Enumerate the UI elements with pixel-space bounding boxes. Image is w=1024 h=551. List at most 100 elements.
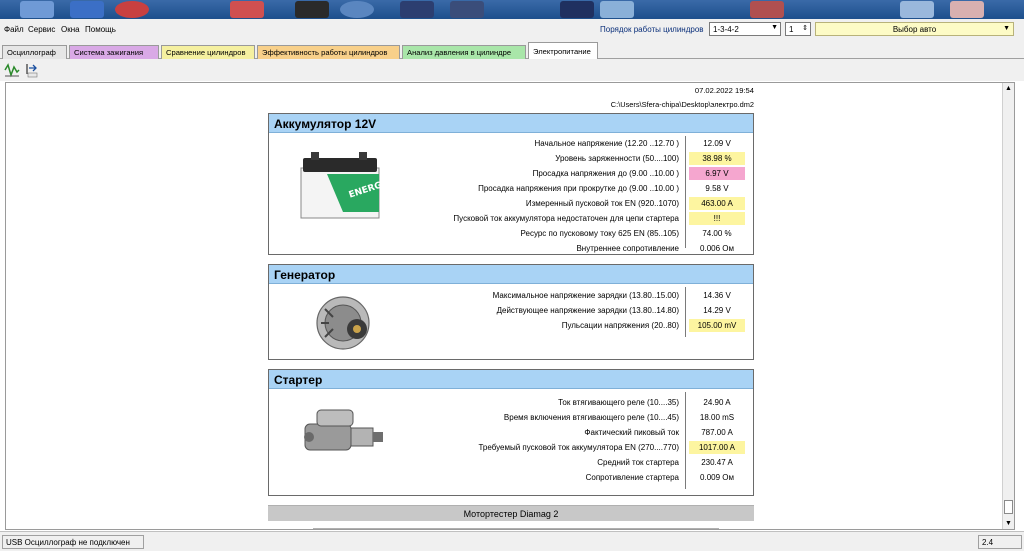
generator-title: Генератор (269, 265, 753, 284)
starter-row-label: Сопротивление стартера (585, 473, 679, 482)
battery-row-value: 9.58 V (705, 184, 729, 193)
starter-row: Время включения втягивающего реле (10...… (269, 411, 755, 425)
taskbar-app-icon[interactable] (600, 1, 634, 18)
starter-row: Средний ток стартера 230.47 A (269, 456, 755, 470)
starter-row-value: 24.90 A (703, 398, 731, 407)
status-version: 2.4 (978, 535, 1022, 549)
taskbar-app-icon[interactable] (340, 1, 374, 18)
toolbar (0, 59, 1024, 81)
generator-row-value: 14.29 V (703, 306, 731, 315)
generator-row-label: Пульсации напряжения (20..80) (561, 321, 679, 330)
chevron-down-icon: ▼ (771, 24, 778, 31)
starter-row-label: Фактический пиковый ток (584, 428, 679, 437)
tab-cylinder-efficiency[interactable]: Эффективность работы цилиндров (257, 45, 400, 59)
taskbar-app-icon[interactable] (450, 1, 484, 18)
vertical-scrollbar[interactable]: ▲ ▼ (1002, 83, 1014, 529)
battery-row-label: Уровень заряженности (50....100) (555, 154, 679, 163)
status-bar: USB Осциллограф не подключен 2.4 (0, 531, 1024, 551)
tab-ignition-system[interactable]: Система зажигания (69, 45, 159, 59)
starter-section: Стартер Ток втягивающего реле (10....35)… (268, 369, 754, 496)
battery-row: Ресурс по пусковому току 625 EN (85..105… (269, 227, 755, 241)
tab-cylinder-comparison[interactable]: Сравнение цилиндров (161, 45, 255, 59)
taskbar-app-icon[interactable] (560, 1, 594, 18)
battery-row-label: Пусковой ток аккумулятора недостаточен д… (453, 214, 679, 223)
generator-row: Действующее напряжение зарядки (13.80..1… (269, 304, 755, 318)
spin-arrows-icon[interactable]: ⇕ (802, 24, 808, 32)
starter-title: Стартер (269, 370, 753, 389)
report-path: C:\Users\Sfera-chipa\Desktop\электро.dm2 (610, 100, 754, 109)
menubar: Файл Сервис Окна Помощь Порядок работы ц… (0, 19, 1024, 41)
export-icon[interactable] (24, 62, 40, 78)
vertical-scrollbar-thumb[interactable] (1004, 500, 1013, 514)
scroll-up-icon[interactable]: ▲ (1005, 85, 1012, 92)
footer-bar: Мотортестер Diamag 2 (268, 505, 754, 521)
starter-row-value: 18.00 mS (699, 413, 735, 422)
starter-row: Сопротивление стартера 0.009 Ом (269, 471, 755, 485)
report-viewer: 07.02.2022 19:54 C:\Users\Sfera-chipa\De… (5, 82, 1015, 530)
starter-row-value: 1017.00 A (689, 441, 745, 454)
cylinder-count-stepper[interactable]: 1 ⇕ (785, 22, 811, 36)
battery-row-value: 463.00 A (689, 197, 745, 210)
battery-row: Просадка напряжения при прокрутке до (9.… (269, 182, 755, 196)
starter-row-value: 230.47 A (701, 458, 733, 467)
tab-pressure-analysis[interactable]: Анализ давления в цилиндре (402, 45, 526, 59)
battery-row: Просадка напряжения до (9.00 ..10.00 ) 6.… (269, 167, 755, 181)
battery-row: Измеренный пусковой ток EN (920..1070) 46… (269, 197, 755, 211)
generator-row-value: 105.00 mV (689, 319, 745, 332)
battery-title: Аккумулятор 12V (269, 114, 753, 133)
scroll-down-icon[interactable]: ▼ (1005, 520, 1012, 527)
taskbar-app-icon[interactable] (230, 1, 264, 18)
battery-row-value: 38.98 % (689, 152, 745, 165)
battery-row-label: Внутреннее сопротивление (576, 244, 679, 253)
starter-row-value: 0.009 Ом (700, 473, 734, 482)
starter-row: Требуемый пусковой ток аккумулятора EN (… (269, 441, 755, 455)
cylinder-count-value: 1 (789, 25, 794, 34)
taskbar-app-icon[interactable] (400, 1, 434, 18)
taskbar-app-icon[interactable] (115, 1, 149, 18)
battery-row-label: Просадка напряжения до (9.00 ..10.00 ) (532, 169, 679, 178)
cylinder-order-select[interactable]: 1-3-4-2 ▼ (709, 22, 781, 36)
tab-power-supply[interactable]: Электропитание (528, 42, 598, 60)
horizontal-scrollbar[interactable] (313, 528, 719, 530)
starter-row: Фактический пиковый ток 787.00 A (269, 426, 755, 440)
tab-bar: Осциллограф Система зажигания Сравнение … (0, 41, 1024, 60)
starter-row-label: Средний ток стартера (597, 458, 679, 467)
taskbar-app-icon[interactable] (900, 1, 934, 18)
taskbar-app-icon[interactable] (950, 1, 984, 18)
menu-file[interactable]: Файл (4, 25, 24, 34)
battery-row: Внутреннее сопротивление 0.006 Ом (269, 242, 755, 256)
menu-windows[interactable]: Окна (61, 25, 80, 34)
taskbar-app-icon[interactable] (750, 1, 784, 18)
battery-row-value: !!! (689, 212, 745, 225)
starter-row-label: Ток втягивающего реле (10....35) (558, 398, 679, 407)
chevron-down-icon: ▼ (1003, 25, 1010, 32)
taskbar-app-icon[interactable] (295, 1, 329, 18)
auto-select-dropdown[interactable]: Выбор авто ▼ (815, 22, 1014, 36)
battery-row-label: Просадка напряжения при прокрутке до (9.… (478, 184, 679, 193)
generator-row: Максимальное напряжение зарядки (13.80..… (269, 289, 755, 303)
taskbar-app-icon[interactable] (70, 1, 104, 18)
auto-select-label: Выбор авто (892, 25, 937, 34)
tab-oscilloscope[interactable]: Осциллограф (2, 45, 67, 59)
menu-service[interactable]: Сервис (28, 25, 55, 34)
cylinder-order-value: 1-3-4-2 (713, 25, 739, 34)
battery-row-value: 12.09 V (703, 139, 731, 148)
generator-row: Пульсации напряжения (20..80) 105.00 mV (269, 319, 755, 333)
battery-row-value: 6.97 V (689, 167, 745, 180)
cylinder-order-label: Порядок работы цилиндров (600, 25, 704, 34)
horizontal-scrollbar-thumb[interactable] (317, 529, 715, 530)
battery-row: Начальное напряжение (12.20 ..12.70 ) 12.… (269, 137, 755, 151)
battery-row: Пусковой ток аккумулятора недостаточен д… (269, 212, 755, 226)
battery-row: Уровень заряженности (50....100) 38.98 % (269, 152, 755, 166)
generator-row-label: Действующее напряжение зарядки (13.80..1… (496, 306, 679, 315)
taskbar-app-icon[interactable] (20, 1, 54, 18)
starter-row-label: Время включения втягивающего реле (10...… (503, 413, 679, 422)
starter-row-value: 787.00 A (701, 428, 733, 437)
waveform-icon[interactable] (4, 62, 20, 78)
battery-row-value: 74.00 % (702, 229, 732, 238)
battery-row-label: Начальное напряжение (12.20 ..12.70 ) (534, 139, 679, 148)
generator-row-value: 14.36 V (703, 291, 731, 300)
battery-section: Аккумулятор 12V ENERGY Начальное напряже… (268, 113, 754, 255)
generator-row-label: Максимальное напряжение зарядки (13.80..… (492, 291, 679, 300)
menu-help[interactable]: Помощь (85, 25, 116, 34)
